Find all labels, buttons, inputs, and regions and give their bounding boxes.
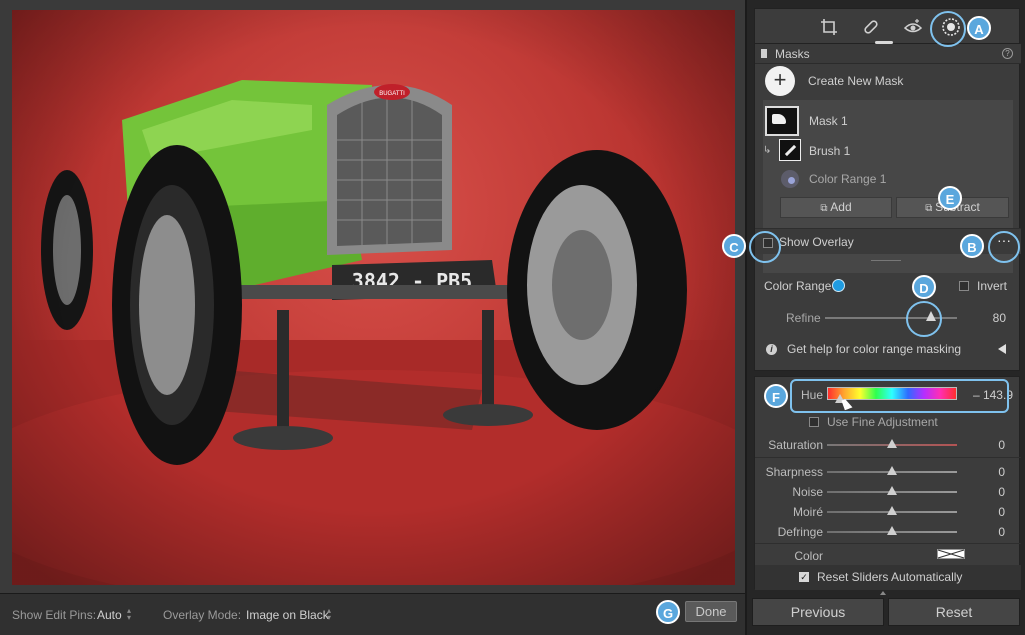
- mask-1-label[interactable]: Mask 1: [809, 114, 848, 128]
- photo-preview[interactable]: BUGATTI 3842 - PB5: [12, 10, 735, 585]
- car-photo: BUGATTI 3842 - PB5: [12, 10, 735, 585]
- brush-icon[interactable]: [779, 139, 801, 161]
- bottom-toolbar: Show Edit Pins: Auto ▴ ▾ Overlay Mode: Im…: [0, 593, 745, 635]
- add-label: Add: [830, 200, 852, 214]
- add-button[interactable]: ⧉ Add: [780, 197, 892, 218]
- red-eye-icon[interactable]: [903, 17, 923, 37]
- refine-value[interactable]: 80: [966, 311, 1006, 325]
- color-range-dot-icon[interactable]: [832, 279, 845, 292]
- masks-panel: Masks ? + Create New Mask Mask 1 ↳ Brush…: [754, 44, 1021, 371]
- child-arrow-icon: ↳: [763, 145, 772, 156]
- reset-button[interactable]: Reset: [888, 598, 1020, 626]
- masks-title: Masks: [775, 47, 810, 61]
- color-range-icon[interactable]: [781, 170, 799, 188]
- divider: [871, 260, 901, 261]
- invert-label[interactable]: Invert: [977, 279, 1007, 293]
- defringe-label: Defringe: [777, 525, 823, 539]
- divider: [755, 457, 1021, 458]
- fine-adjust-checkbox[interactable]: [809, 417, 819, 427]
- add-icon: ⧉: [820, 203, 831, 214]
- defringe-value[interactable]: 0: [965, 525, 1005, 539]
- info-icon: i: [766, 344, 777, 355]
- overlay-mode-select[interactable]: Image on Black: [246, 608, 329, 622]
- noise-value[interactable]: 0: [965, 485, 1005, 499]
- noise-slider-thumb[interactable]: [887, 486, 897, 495]
- defringe-slider-thumb[interactable]: [887, 526, 897, 535]
- callout-b: B: [960, 234, 984, 258]
- color-label: Color: [794, 549, 823, 563]
- edit-pins-select[interactable]: Auto: [97, 608, 122, 622]
- moire-slider-thumb[interactable]: [887, 506, 897, 515]
- sharpness-slider-thumb[interactable]: [887, 466, 897, 475]
- noise-label: Noise: [792, 485, 823, 499]
- divider: [755, 543, 1021, 544]
- expand-arrow-icon[interactable]: [880, 591, 886, 595]
- help-link[interactable]: Get help for color range masking: [787, 342, 961, 356]
- masks-header[interactable]: Masks ?: [755, 44, 1021, 64]
- create-mask-plus-icon[interactable]: +: [765, 66, 795, 96]
- callout-ring-b: [988, 231, 1020, 263]
- app-window: BUGATTI 3842 - PB5 Show Edit Pins: Auto …: [0, 0, 1025, 635]
- saturation-value[interactable]: 0: [965, 438, 1005, 452]
- callout-c: C: [722, 234, 746, 258]
- right-panel: Masks ? + Create New Mask Mask 1 ↳ Brush…: [745, 0, 1025, 635]
- sharpness-value[interactable]: 0: [965, 465, 1005, 479]
- image-canvas[interactable]: BUGATTI 3842 - PB5: [0, 0, 745, 593]
- callout-ring-a: [930, 11, 966, 47]
- callout-ring-c: [749, 231, 781, 263]
- reset-sliders-row: ✓ Reset Sliders Automatically: [755, 565, 1021, 590]
- saturation-label: Saturation: [768, 438, 823, 452]
- callout-g: G: [656, 600, 680, 624]
- moire-label: Moiré: [792, 505, 823, 519]
- previous-button[interactable]: Previous: [752, 598, 884, 626]
- show-overlay-label[interactable]: Show Overlay: [779, 235, 854, 249]
- collapse-icon[interactable]: [761, 49, 767, 58]
- color-range-label: Color Range: [764, 279, 832, 293]
- reset-sliders-label[interactable]: Reset Sliders Automatically: [817, 570, 962, 584]
- heal-icon[interactable]: [861, 17, 881, 37]
- moire-value[interactable]: 0: [965, 505, 1005, 519]
- sharpness-label: Sharpness: [765, 465, 823, 479]
- callout-f: F: [764, 384, 788, 408]
- done-button[interactable]: Done: [685, 601, 737, 622]
- refine-label: Refine: [786, 311, 821, 325]
- create-new-mask-label[interactable]: Create New Mask: [808, 74, 903, 88]
- overlay-mode-chevron-icon[interactable]: ▴ ▾: [327, 607, 331, 622]
- collapse-arrow-icon[interactable]: [998, 344, 1006, 354]
- subtract-icon: ⧉: [925, 203, 936, 214]
- callout-ring-f: [790, 379, 1009, 413]
- invert-checkbox[interactable]: [959, 281, 969, 291]
- color-range-1-label[interactable]: Color Range 1: [809, 172, 886, 186]
- callout-d: D: [912, 275, 936, 299]
- fine-adjust-label[interactable]: Use Fine Adjustment: [827, 415, 938, 429]
- callout-ring-d: [906, 301, 942, 337]
- crop-icon[interactable]: [819, 17, 839, 37]
- edit-pins-chevron-icon[interactable]: ▴ ▾: [127, 607, 131, 622]
- callout-a: A: [967, 16, 991, 40]
- color-swatch-icon[interactable]: [937, 549, 965, 559]
- saturation-slider-thumb[interactable]: [887, 439, 897, 448]
- reset-sliders-checkbox[interactable]: ✓: [799, 572, 809, 582]
- overlay-mode-label: Overlay Mode:: [163, 608, 242, 622]
- callout-e: E: [938, 186, 962, 210]
- mask-thumbnail[interactable]: [765, 106, 799, 136]
- help-icon[interactable]: ?: [1002, 48, 1013, 59]
- edit-pins-label: Show Edit Pins:: [12, 608, 97, 622]
- brush-1-label[interactable]: Brush 1: [809, 144, 850, 158]
